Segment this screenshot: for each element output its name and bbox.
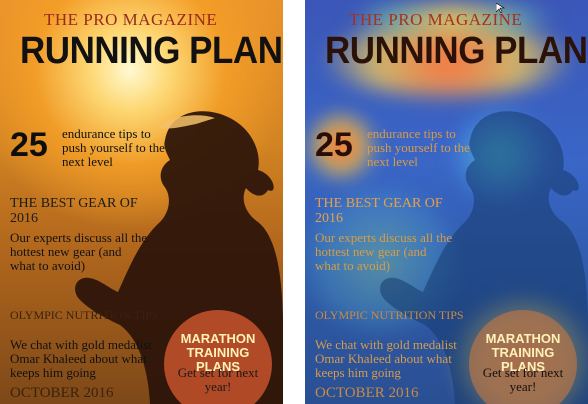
experts-text-heatmap: Our experts discuss all the hottest new …	[315, 230, 453, 273]
issue-date-heatmap: OCTOBER 2016	[315, 385, 419, 401]
tips-text: endurance tips to push yourself to the n…	[62, 126, 165, 169]
magazine-label-heatmap: THE PRO MAGAZINE	[349, 10, 523, 29]
gold-medalist-text-heatmap: We chat with gold medalist Omar Khaleed …	[315, 337, 457, 380]
tips-text-heatmap: endurance tips to push yourself to the n…	[367, 126, 470, 169]
badge-subtitle-heatmap: Get set for next year!	[482, 365, 564, 394]
gold-medalist-text: We chat with gold medalist Omar Khaleed …	[10, 337, 152, 380]
magazine-label: THE PRO MAGAZINE	[44, 10, 218, 29]
heatmap-cover-panel: THE PRO MAGAZINE RUNNING PLANET 25 endur…	[305, 0, 588, 404]
badge-subtitle: Get set for next year!	[177, 365, 259, 394]
mouse-cursor-icon	[495, 0, 506, 14]
cover-title: RUNNING PLANET	[20, 30, 283, 72]
best-gear-heading-heatmap: THE BEST GEAR OF 2016	[315, 196, 443, 226]
olympic-heading-heatmap: OLYMPIC NUTRITION TIPS	[315, 308, 464, 322]
original-cover-panel: THE PRO MAGAZINE RUNNING PLANET 25 endur…	[0, 0, 283, 404]
best-gear-heading: THE BEST GEAR OF 2016	[10, 196, 138, 226]
tips-count: 25	[10, 126, 48, 164]
experts-text: Our experts discuss all the hottest new …	[10, 230, 148, 273]
olympic-heading: OLYMPIC NUTRITION TIPS	[10, 308, 159, 322]
tips-count-heatmap: 25	[315, 126, 353, 164]
issue-date: OCTOBER 2016	[10, 385, 114, 401]
cover-title-heatmap: RUNNING PLANET	[325, 30, 588, 72]
